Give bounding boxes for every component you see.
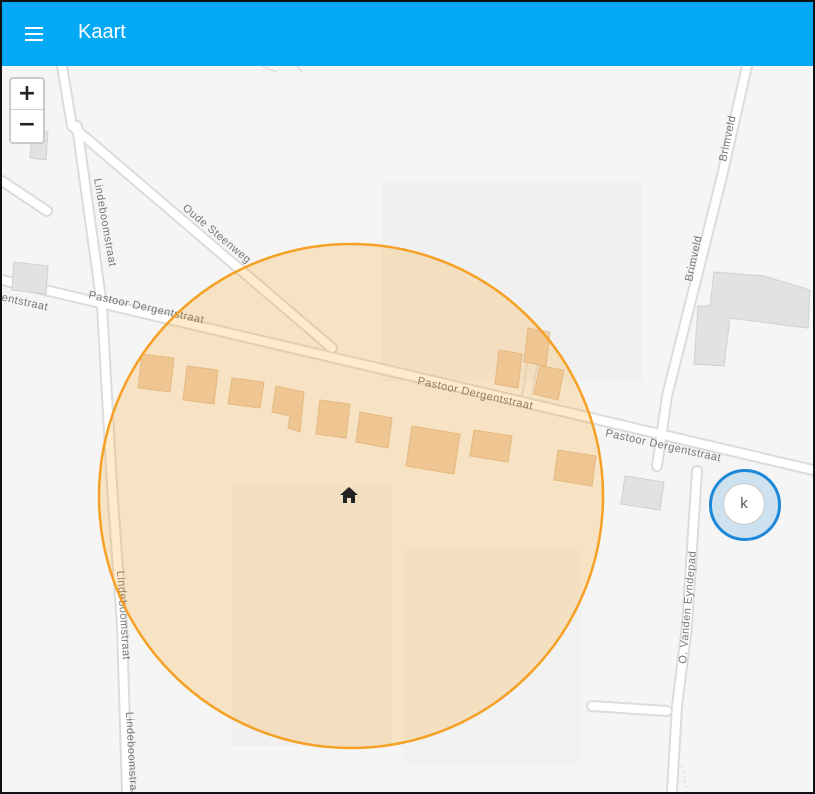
page-title: Kaart <box>78 21 126 43</box>
person-marker[interactable]: k <box>709 469 781 541</box>
app-bar: Kaart <box>2 2 813 66</box>
map-tiles: Pastoor Dergentstraat Pastoor Dergentstr… <box>2 66 813 792</box>
menu-icon <box>25 27 43 41</box>
zoom-out-button[interactable]: − <box>11 110 43 140</box>
map-view[interactable]: Pastoor Dergentstraat Pastoor Dergentstr… <box>2 66 813 792</box>
zoom-control: + − <box>9 77 45 144</box>
menu-button[interactable] <box>16 16 52 52</box>
app-frame: Kaart Dergentstraat Pastoor Dergentstraa… <box>0 0 815 794</box>
street-label-vanden-eyndepad: O. Vanden Eyndepad <box>677 550 699 664</box>
zoom-in-button[interactable]: + <box>11 79 43 110</box>
home-icon[interactable] <box>339 485 359 505</box>
person-avatar[interactable]: k <box>723 483 765 525</box>
